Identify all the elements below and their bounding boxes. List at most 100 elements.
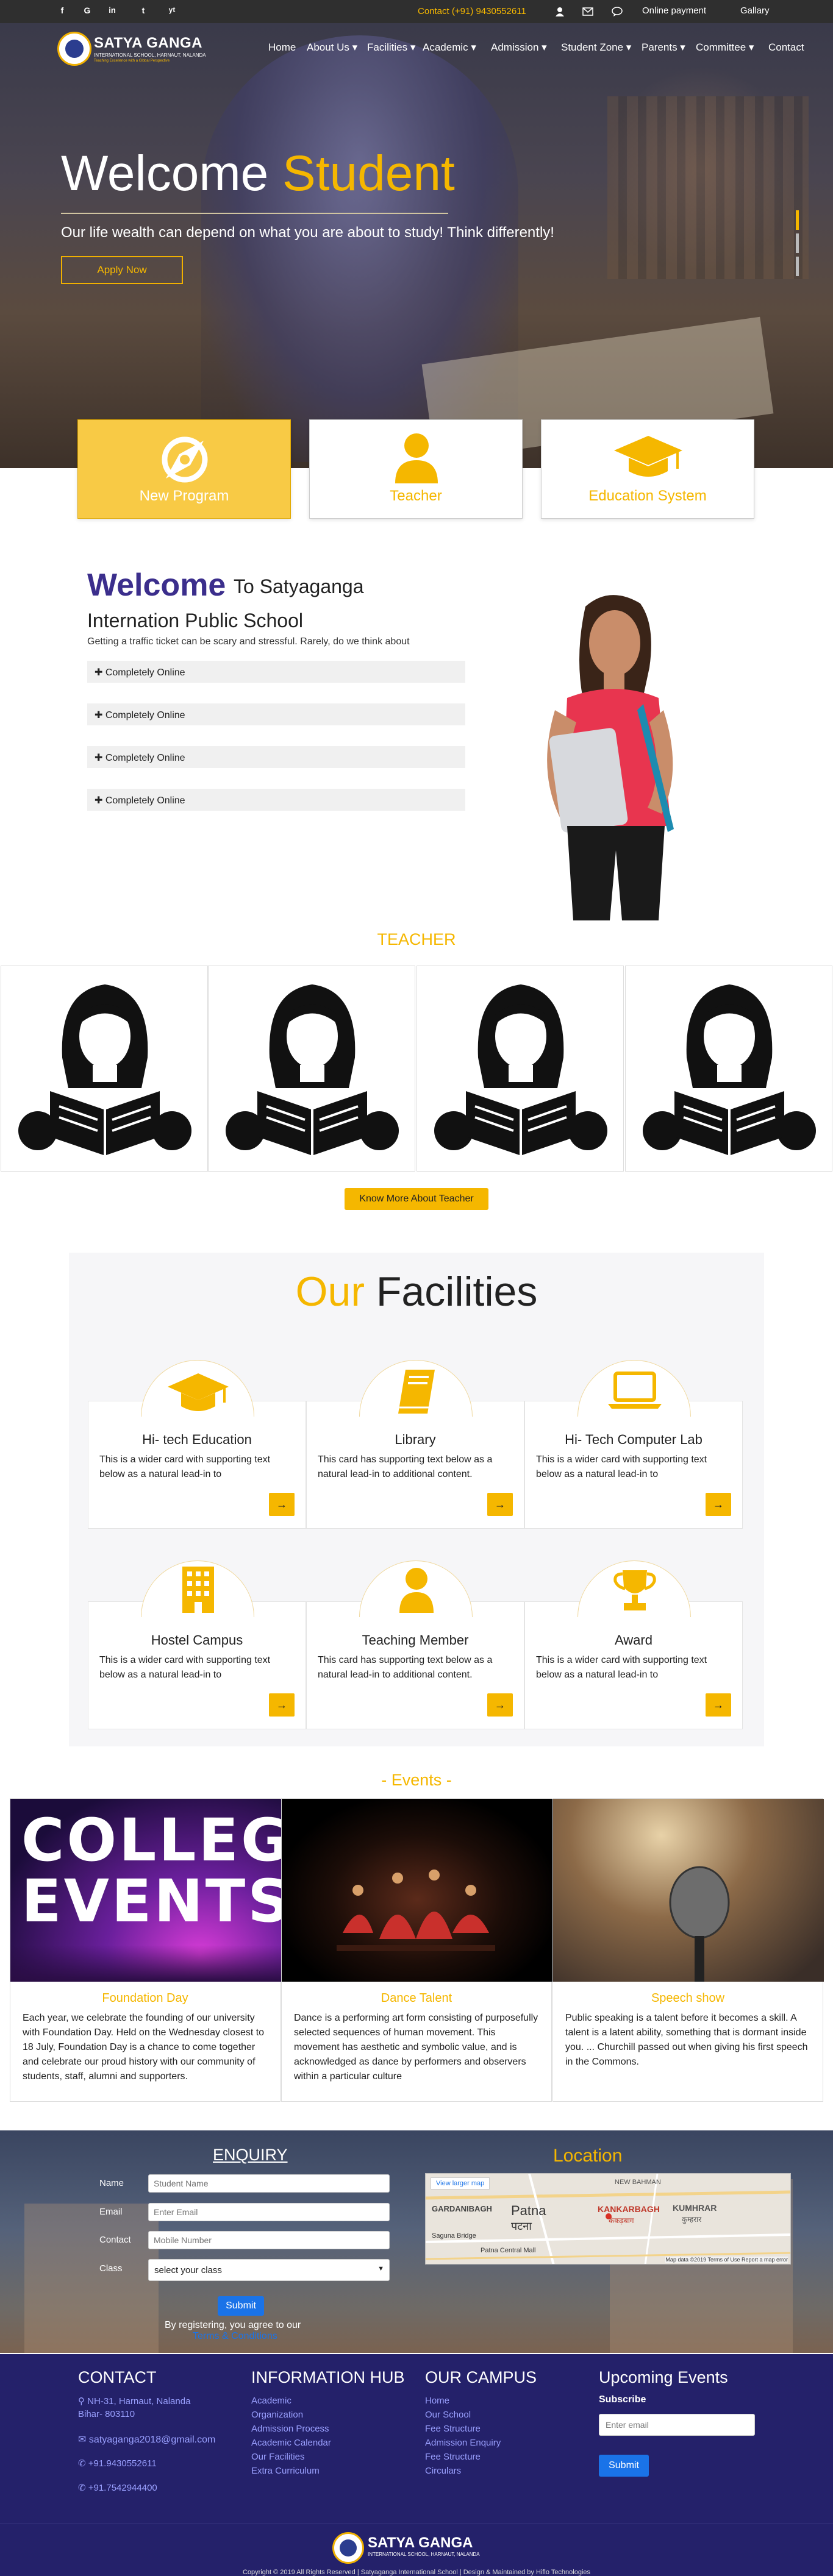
nav-about-us[interactable]: About Us ▾ bbox=[307, 41, 357, 54]
building-icon bbox=[182, 1567, 214, 1613]
facility-card-hostel-campus[interactable]: Hostel Campus This is a wider card with … bbox=[88, 1560, 306, 1729]
brand-subtitle: INTERNATIONAL SCHOOL, HARNAUT, NALANDA bbox=[94, 52, 206, 58]
nav-home[interactable]: Home bbox=[268, 41, 296, 54]
arrow-right-button[interactable]: → bbox=[487, 1693, 513, 1717]
facility-title: Hostel Campus bbox=[151, 1632, 243, 1648]
subscribe-email-input[interactable] bbox=[599, 2414, 755, 2436]
terms-link[interactable]: Terms & Conditions bbox=[193, 2331, 277, 2342]
chat-icon[interactable] bbox=[612, 7, 623, 16]
nav-academic[interactable]: Academic ▾ bbox=[423, 41, 476, 54]
brand-name[interactable]: SATYA GANGA bbox=[94, 35, 202, 52]
footer-link-fee-structure[interactable]: Fee Structure bbox=[425, 2424, 481, 2434]
accordion-item[interactable]: ✚ Completely Online bbox=[87, 746, 465, 768]
know-more-teacher-button[interactable]: Know More About Teacher bbox=[345, 1188, 488, 1210]
slider-indicator-2[interactable] bbox=[796, 233, 799, 253]
location-title: Location bbox=[553, 2146, 623, 2166]
facility-desc: This card has supporting text below as a… bbox=[318, 1655, 493, 1680]
arrow-right-button[interactable]: → bbox=[269, 1693, 295, 1717]
facility-desc: This is a wider card with supporting tex… bbox=[99, 1454, 271, 1479]
teacher-card[interactable] bbox=[1, 966, 208, 1172]
event-desc: Dance is a performing art form consistin… bbox=[294, 2013, 538, 2082]
education-system-card[interactable]: Education System bbox=[541, 419, 754, 519]
footer-link-fee-structure-2[interactable]: Fee Structure bbox=[425, 2452, 481, 2462]
google-map[interactable]: View larger map GARDANIBAGH Patna पटना K… bbox=[425, 2173, 791, 2265]
footer-logo bbox=[332, 2532, 364, 2564]
footer-phone-2[interactable]: ✆ +91.7542944400 bbox=[78, 2482, 157, 2493]
facebook-icon[interactable]: f bbox=[56, 5, 68, 18]
hero-title: Welcome Student bbox=[61, 146, 455, 201]
footer-link-home[interactable]: Home bbox=[425, 2396, 449, 2406]
nav-facilities[interactable]: Facilities ▾ bbox=[367, 41, 415, 54]
feature-label: Teacher bbox=[390, 488, 442, 504]
footer-link-admission-process[interactable]: Admission Process bbox=[251, 2424, 329, 2434]
accordion-item[interactable]: ✚ Completely Online bbox=[87, 789, 465, 811]
arrow-right-button[interactable]: → bbox=[487, 1493, 513, 1516]
school-logo[interactable] bbox=[57, 32, 91, 66]
gallery-link[interactable]: Gallary bbox=[740, 5, 770, 16]
event-card-speech-show[interactable]: Speech show Public speaking is a talent … bbox=[552, 1798, 824, 2102]
contact-phone[interactable]: Contact (+91) 9430552611 bbox=[418, 6, 526, 16]
teacher-section-title: TEACHER bbox=[377, 930, 456, 948]
footer-link-our-facilities[interactable]: Our Facilities bbox=[251, 2452, 305, 2462]
arrow-right-button[interactable]: → bbox=[706, 1493, 731, 1516]
google-icon[interactable]: G bbox=[81, 5, 93, 18]
slider-indicator-3[interactable] bbox=[796, 257, 799, 276]
accordion-item[interactable]: ✚ Completely Online bbox=[87, 661, 465, 683]
footer-link-academic-calendar[interactable]: Academic Calendar bbox=[251, 2438, 331, 2448]
teacher-card[interactable] bbox=[208, 966, 415, 1172]
contact-label: Contact bbox=[99, 2235, 131, 2245]
slider-indicator-1[interactable] bbox=[796, 210, 799, 230]
enquiry-submit-button[interactable]: Submit bbox=[218, 2296, 264, 2316]
student-name-input[interactable] bbox=[148, 2174, 390, 2193]
facility-card-award[interactable]: Award This is a wider card with supporti… bbox=[524, 1560, 743, 1729]
facility-title: Hi- Tech Computer Lab bbox=[565, 1432, 703, 1447]
speech-microphone-image bbox=[553, 1799, 824, 1982]
laptop-icon bbox=[608, 1372, 662, 1409]
new-program-card[interactable]: New Program bbox=[77, 419, 291, 519]
footer-link-extra-curriculum[interactable]: Extra Curriculum bbox=[251, 2466, 320, 2476]
arrow-right-button[interactable]: → bbox=[706, 1693, 731, 1717]
footer-link-academic[interactable]: Academic bbox=[251, 2396, 291, 2406]
welcome-heading: Welcome bbox=[87, 568, 226, 603]
teacher-card[interactable] bbox=[625, 966, 832, 1172]
nav-parents[interactable]: Parents ▾ bbox=[642, 41, 685, 54]
email-input[interactable] bbox=[148, 2203, 390, 2221]
event-card-foundation-day[interactable]: COLLEGE EVENTS Foundation Day Each year,… bbox=[10, 1798, 281, 2102]
teacher-card[interactable] bbox=[416, 966, 624, 1172]
view-larger-map-link[interactable]: View larger map bbox=[431, 2177, 490, 2190]
footer-link-circulars[interactable]: Circulars bbox=[425, 2466, 461, 2476]
nav-student-zone[interactable]: Student Zone ▾ bbox=[561, 41, 631, 54]
nav-committee[interactable]: Committee ▾ bbox=[696, 41, 754, 54]
facility-card-teaching-member[interactable]: Teaching Member This card has supporting… bbox=[306, 1560, 524, 1729]
graduation-cap-icon bbox=[614, 436, 682, 477]
event-card-dance-talent[interactable]: Dance Talent Dance is a performing art f… bbox=[281, 1798, 552, 2102]
agree-text: By registering, you agree to our bbox=[165, 2320, 301, 2330]
mobile-number-input[interactable] bbox=[148, 2231, 390, 2249]
online-payment-link[interactable]: Online payment bbox=[642, 5, 706, 16]
teacher-reading-icon bbox=[18, 984, 191, 1155]
enquiry-title: ENQUIRY bbox=[213, 2146, 288, 2164]
footer-link-admission-enquiry[interactable]: Admission Enquiry bbox=[425, 2438, 501, 2448]
nav-admission[interactable]: Admission ▾ bbox=[491, 41, 547, 54]
facility-card-computer-lab[interactable]: Hi- Tech Computer Lab This is a wider ca… bbox=[524, 1360, 743, 1529]
mail-icon[interactable] bbox=[582, 7, 593, 16]
facility-card-hitech-education[interactable]: Hi- tech Education This is a wider card … bbox=[88, 1360, 306, 1529]
linkedin-icon[interactable]: in bbox=[106, 5, 118, 18]
teacher-card[interactable]: Teacher bbox=[309, 419, 523, 519]
footer-email[interactable]: ✉ satyaganga2018@gmail.com bbox=[78, 2433, 215, 2446]
nav-contact[interactable]: Contact bbox=[768, 41, 804, 54]
facility-card-library[interactable]: Library This card has supporting text be… bbox=[306, 1360, 524, 1529]
footer-link-our-school[interactable]: Our School bbox=[425, 2410, 471, 2420]
apply-now-button[interactable]: Apply Now bbox=[61, 256, 183, 284]
accordion-item[interactable]: ✚ Completely Online bbox=[87, 703, 465, 725]
facility-desc: This is a wider card with supporting tex… bbox=[536, 1655, 707, 1680]
footer-phone-1[interactable]: ✆ +91.9430552611 bbox=[78, 2458, 157, 2469]
class-select[interactable]: select your class ▼ bbox=[148, 2259, 390, 2281]
twitter-icon[interactable]: t bbox=[137, 5, 149, 18]
arrow-right-button[interactable]: → bbox=[269, 1493, 295, 1516]
class-label: Class bbox=[99, 2263, 123, 2274]
youtube-icon[interactable]: yt bbox=[166, 5, 178, 18]
footer-link-organization[interactable]: Organization bbox=[251, 2410, 303, 2420]
user-icon[interactable] bbox=[555, 7, 565, 16]
subscribe-submit-button[interactable]: Submit bbox=[599, 2455, 649, 2477]
